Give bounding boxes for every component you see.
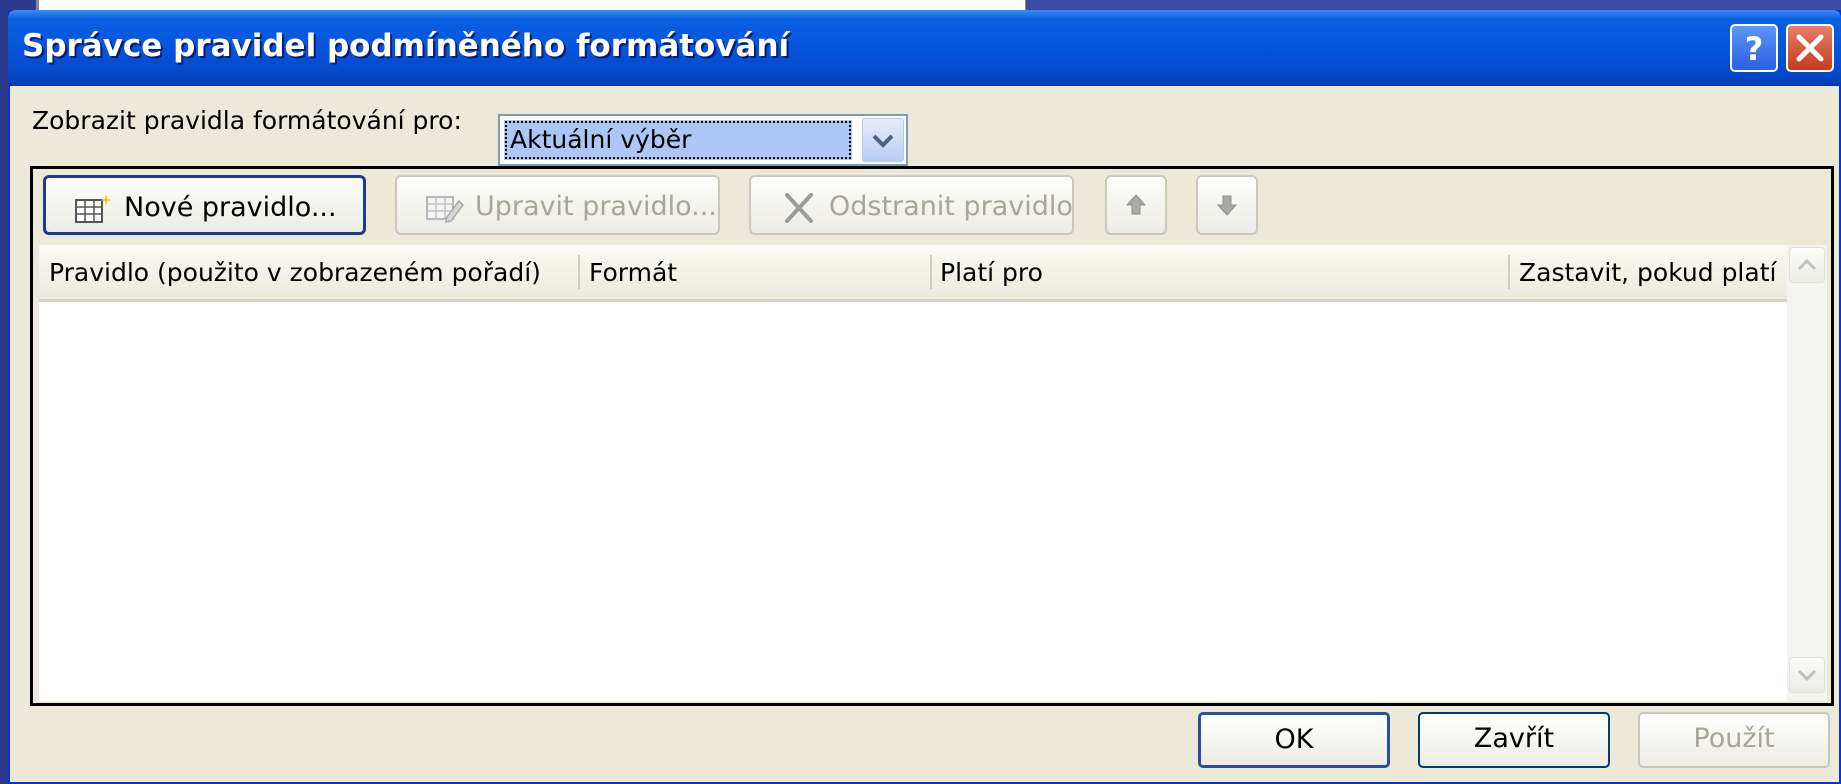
chevron-up-icon <box>1797 258 1817 271</box>
column-divider[interactable] <box>578 255 580 289</box>
move-up-button[interactable] <box>1105 175 1167 235</box>
chevron-down-icon <box>1797 669 1817 682</box>
arrow-down-icon <box>1216 195 1238 216</box>
move-down-button[interactable] <box>1196 175 1258 235</box>
background-window <box>36 0 1028 10</box>
show-rules-dropdown[interactable]: Aktuální výběr <box>498 114 908 166</box>
close-button[interactable] <box>1786 24 1834 72</box>
column-divider[interactable] <box>1508 255 1510 289</box>
apply-button[interactable]: Použít <box>1638 712 1830 768</box>
arrow-up-icon <box>1125 194 1147 215</box>
rules-list[interactable]: Pravidlo (použito v zobrazeném pořadí) F… <box>39 245 1827 701</box>
title-bar: Správce pravidel podmíněného formátování… <box>8 10 1841 86</box>
new-rule-label: Nové pravidlo... <box>124 192 337 223</box>
ok-button[interactable]: OK <box>1198 712 1390 768</box>
dialog-title: Správce pravidel podmíněného formátování <box>22 28 790 64</box>
column-header-stop-if-true[interactable]: Zastavit, pokud platí <box>1519 258 1776 287</box>
close-icon <box>1796 34 1824 62</box>
svg-text:?: ? <box>1745 30 1764 68</box>
scroll-up-button[interactable] <box>1789 247 1825 283</box>
show-rules-label: Zobrazit pravidla formátování pro: <box>32 106 462 135</box>
column-header-rule[interactable]: Pravidlo (použito v zobrazeném pořadí) <box>49 258 541 287</box>
rules-list-header: Pravidlo (použito v zobrazeném pořadí) F… <box>39 245 1787 302</box>
column-header-format[interactable]: Formát <box>589 258 677 287</box>
conditional-formatting-dialog: Správce pravidel podmíněného formátování… <box>8 10 1841 784</box>
new-rule-icon <box>74 192 114 233</box>
edit-rule-button[interactable]: Upravit pravidlo... <box>395 175 720 235</box>
delete-rule-button[interactable]: Odstranit pravidlo <box>749 175 1074 235</box>
edit-rule-label: Upravit pravidlo... <box>475 191 717 222</box>
rules-panel: Nové pravidlo... Upravit pravidlo... Ods… <box>30 166 1834 706</box>
edit-rule-icon <box>425 191 465 232</box>
help-icon: ? <box>1745 30 1764 68</box>
chevron-down-icon <box>872 134 894 148</box>
scroll-down-button[interactable] <box>1789 657 1825 693</box>
delete-icon <box>779 191 819 232</box>
vertical-scrollbar[interactable] <box>1787 245 1827 701</box>
close-dialog-button[interactable]: Zavřít <box>1418 712 1610 768</box>
show-rules-selected: Aktuální výběr <box>504 120 852 160</box>
new-rule-button[interactable]: Nové pravidlo... <box>43 175 366 235</box>
column-divider[interactable] <box>930 255 932 289</box>
dropdown-button[interactable] <box>862 118 904 162</box>
help-button[interactable]: ? <box>1730 24 1778 72</box>
delete-rule-label: Odstranit pravidlo <box>829 191 1073 222</box>
column-header-applies-to[interactable]: Platí pro <box>940 258 1043 287</box>
